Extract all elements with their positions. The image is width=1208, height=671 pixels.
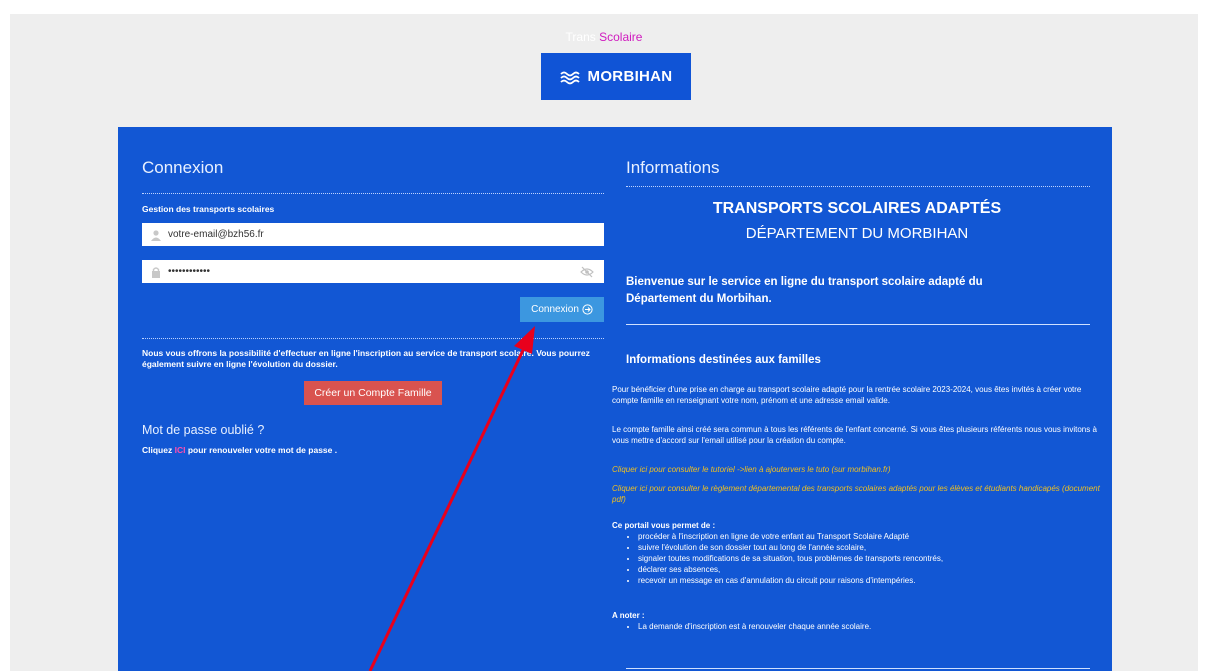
annotation-arrow <box>368 326 535 671</box>
